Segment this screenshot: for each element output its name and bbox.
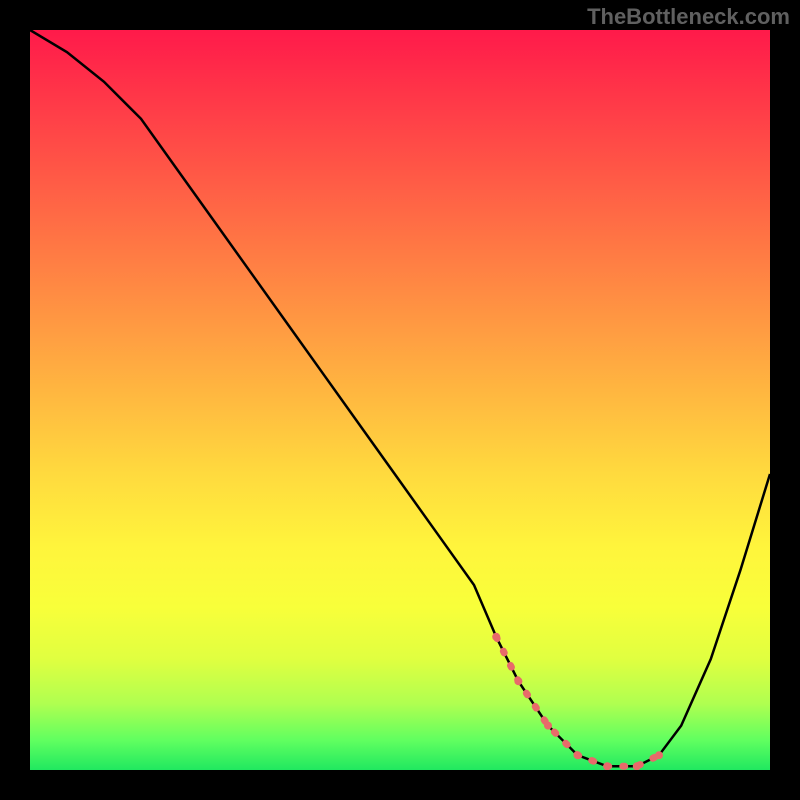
- plot-area: [30, 30, 770, 770]
- chart-container: TheBottleneck.com: [0, 0, 800, 800]
- gradient-background: [30, 30, 770, 770]
- watermark-text: TheBottleneck.com: [587, 4, 790, 30]
- chart-svg: [30, 30, 770, 770]
